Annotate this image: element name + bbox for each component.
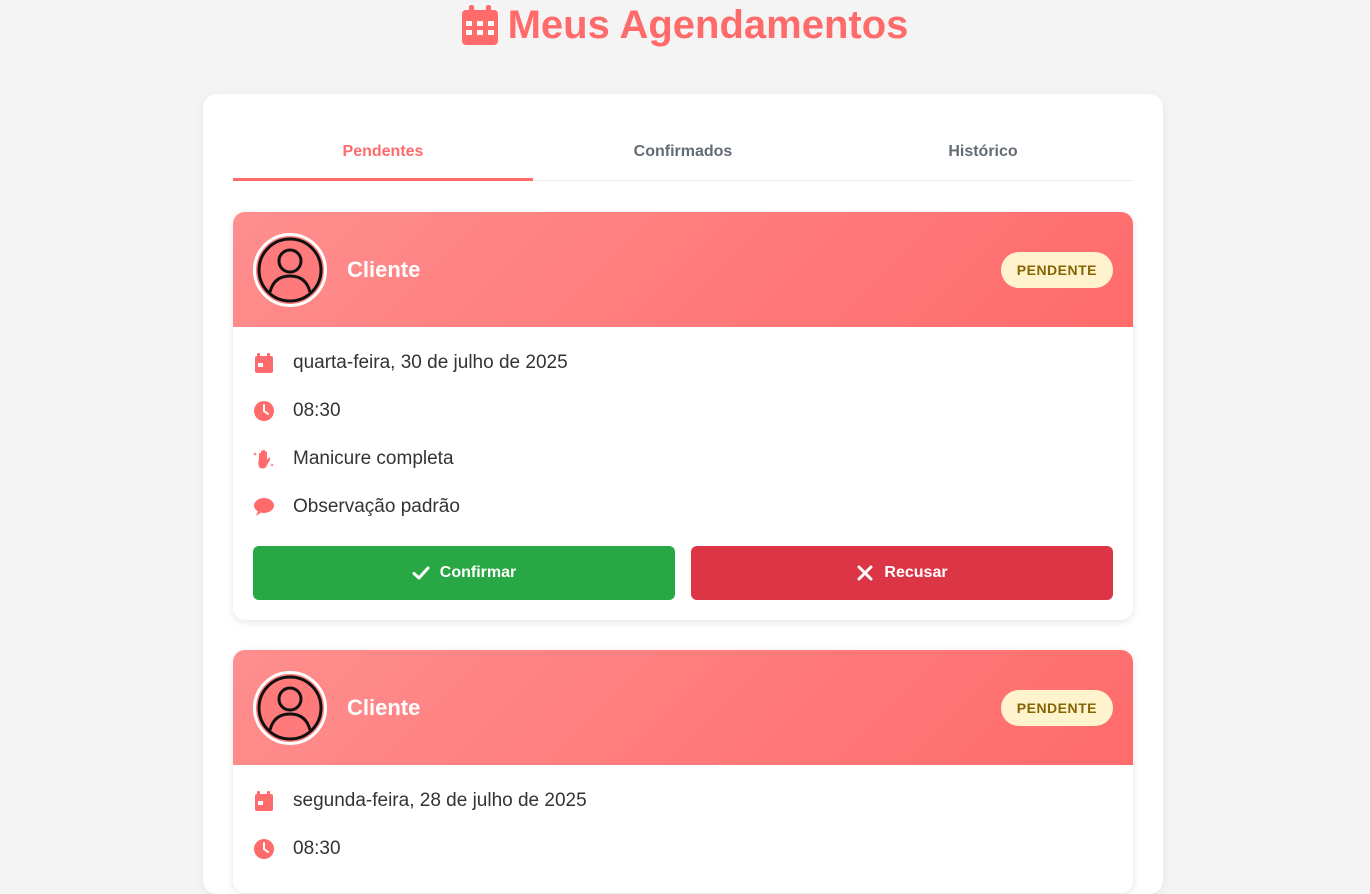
card-actions: Confirmar Recusar [253,546,1113,600]
page-header: Meus Agendamentos [0,0,1370,50]
service-row: Manicure completa [253,435,1113,483]
user-avatar-icon [257,237,323,302]
appointment-note: Observação padrão [293,496,460,517]
check-icon [412,566,430,580]
appointment-card: Cliente PENDENTE segunda-feira, 28 de ju… [233,650,1133,893]
note-row: Observação padrão [253,483,1113,531]
avatar [253,670,327,745]
tab-historico[interactable]: Histórico [833,124,1133,180]
appointments-panel: Pendentes Confirmados Histórico Cliente … [203,94,1163,894]
calendar-icon [253,790,275,812]
appointment-card: Cliente PENDENTE quarta-feira, 30 de jul… [233,212,1133,620]
card-header: Cliente PENDENTE [233,650,1133,765]
card-header: Cliente PENDENTE [233,212,1133,327]
calendar-icon [253,352,275,374]
appointment-date: quarta-feira, 30 de julho de 2025 [293,352,568,373]
page-title: Meus Agendamentos [507,2,909,47]
appointment-time: 08:30 [293,400,341,421]
refuse-label: Recusar [884,564,948,581]
card-body: quarta-feira, 30 de julho de 2025 08:30 … [233,327,1133,620]
time-row: 08:30 [253,387,1113,435]
tab-pendentes[interactable]: Pendentes [233,124,533,181]
time-row: 08:30 [253,825,1113,873]
confirm-button[interactable]: Confirmar [253,546,675,600]
confirm-label: Confirmar [439,564,517,581]
status-badge: PENDENTE [1000,689,1113,726]
date-row: quarta-feira, 30 de julho de 2025 [253,339,1113,387]
client-name: Cliente [347,694,421,720]
calendar-icon [461,5,498,45]
user-avatar-icon [257,675,323,740]
clock-icon [253,838,275,860]
avatar [253,232,327,307]
card-body: segunda-feira, 28 de julho de 2025 08:30 [233,765,1133,893]
client-name: Cliente [347,256,421,282]
status-badge: PENDENTE [1000,251,1113,288]
close-icon [857,565,873,581]
tab-confirmados[interactable]: Confirmados [533,124,833,180]
tabs: Pendentes Confirmados Histórico [233,124,1133,181]
appointment-date: segunda-feira, 28 de julho de 2025 [293,790,587,811]
refuse-button[interactable]: Recusar [691,546,1113,600]
appointment-time: 08:30 [293,838,341,859]
appointment-service: Manicure completa [293,448,454,469]
hand-sparkles-icon [253,448,275,470]
comment-icon [253,496,275,518]
clock-icon [253,400,275,422]
date-row: segunda-feira, 28 de julho de 2025 [253,777,1113,825]
